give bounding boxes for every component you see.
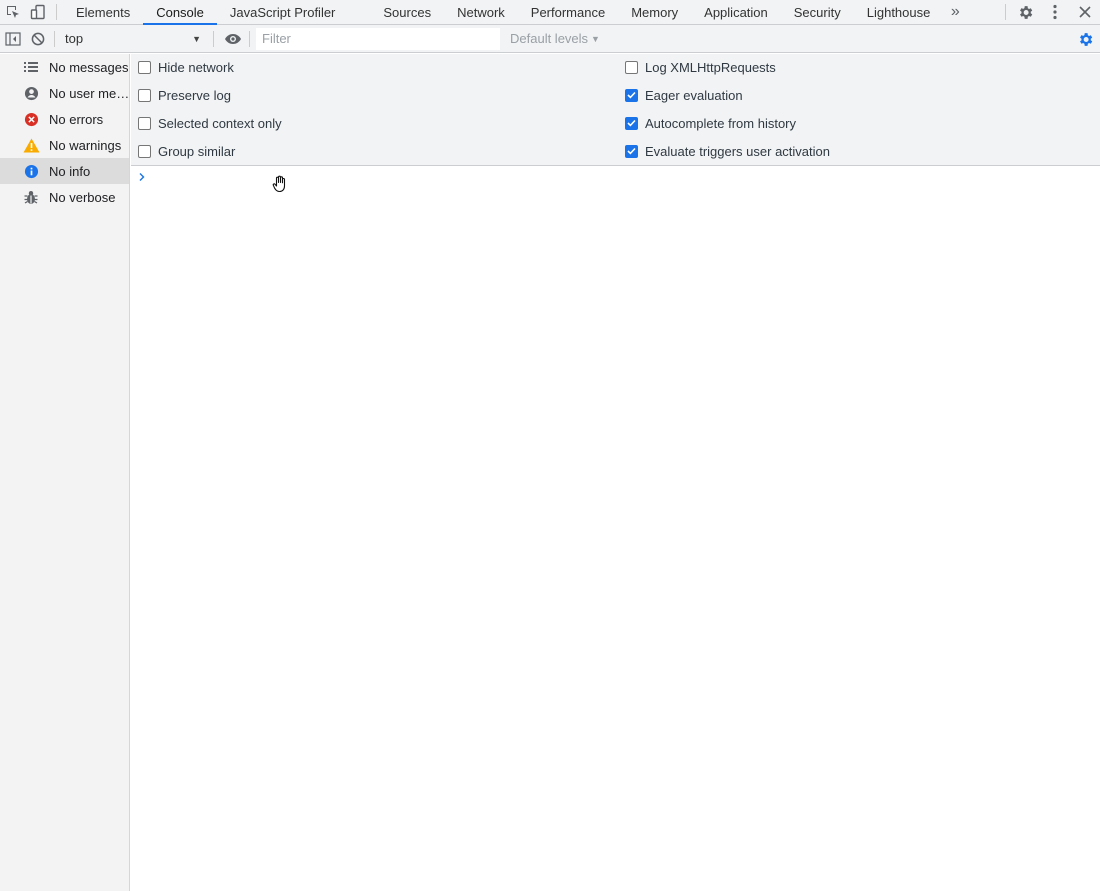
dropdown-arrow-icon: ▼ bbox=[591, 33, 600, 44]
sidebar-item-errors[interactable]: No errors bbox=[0, 106, 129, 132]
filter-input[interactable] bbox=[262, 31, 500, 46]
log-xmlhttprequests-checkbox[interactable] bbox=[625, 60, 638, 74]
console-toolbar: top ▼ Default levels ▼ bbox=[0, 25, 1100, 53]
error-icon bbox=[22, 110, 40, 128]
checkmark-icon bbox=[627, 147, 636, 155]
sidebar-item-messages[interactable]: No messages bbox=[0, 54, 129, 80]
tab-lighthouse[interactable]: Lighthouse bbox=[854, 0, 944, 24]
sidebar-item-user-messages[interactable]: No user me… bbox=[0, 80, 129, 106]
group-similar-option[interactable]: Group similar bbox=[138, 141, 235, 161]
option-label: Evaluate triggers user activation bbox=[645, 143, 830, 159]
tab-elements[interactable]: Elements bbox=[63, 0, 143, 24]
console-settings-pane: Hide network Preserve log Selected conte… bbox=[131, 54, 1100, 166]
inspect-element-icon[interactable] bbox=[0, 0, 25, 24]
context-selector-value: top bbox=[65, 31, 84, 46]
sidebar-item-label: No warnings bbox=[49, 137, 122, 153]
more-options-icon[interactable] bbox=[1040, 0, 1070, 24]
evaluate-triggers-user-activation-checkbox[interactable] bbox=[625, 144, 638, 158]
hide-network-checkbox[interactable] bbox=[138, 60, 151, 74]
selected-context-only-checkbox[interactable] bbox=[138, 116, 151, 130]
more-tabs-icon[interactable]: » bbox=[943, 0, 967, 24]
tab-application[interactable]: Application bbox=[691, 0, 781, 24]
option-label: Log XMLHttpRequests bbox=[645, 59, 776, 75]
evaluate-triggers-user-activation-option[interactable]: Evaluate triggers user activation bbox=[625, 141, 830, 161]
option-label: Preserve log bbox=[158, 87, 231, 103]
tab-security[interactable]: Security bbox=[781, 0, 854, 24]
hide-network-option[interactable]: Hide network bbox=[138, 57, 234, 77]
device-toolbar-icon[interactable] bbox=[25, 0, 50, 24]
sidebar-item-verbose[interactable]: No verbose bbox=[0, 184, 129, 210]
list-icon bbox=[22, 58, 40, 76]
sidebar-item-label: No user me… bbox=[49, 85, 129, 101]
checkmark-icon bbox=[627, 91, 636, 99]
tab-memory[interactable]: Memory bbox=[618, 0, 691, 24]
live-expression-eye-icon[interactable] bbox=[220, 27, 245, 51]
log-levels-label: Default levels bbox=[510, 31, 589, 46]
toolbar-divider bbox=[54, 30, 55, 47]
tab-sources[interactable]: Sources bbox=[370, 0, 444, 24]
dropdown-arrow-icon: ▼ bbox=[192, 33, 201, 44]
toolbar-divider bbox=[249, 30, 250, 47]
group-similar-checkbox[interactable] bbox=[138, 144, 151, 158]
tab-console[interactable]: Console bbox=[143, 0, 217, 25]
devtools-tabbar: Elements Console JavaScript Profiler Sou… bbox=[0, 0, 1100, 25]
log-xmlhttprequests-option[interactable]: Log XMLHttpRequests bbox=[625, 57, 776, 77]
tab-javascript-profiler[interactable]: JavaScript Profiler bbox=[217, 0, 370, 24]
settings-gear-icon[interactable] bbox=[1010, 0, 1040, 24]
console-sidebar: No messages No user me… No errors No war… bbox=[0, 54, 130, 891]
preserve-log-checkbox[interactable] bbox=[138, 88, 151, 102]
console-settings-gear-icon[interactable] bbox=[1074, 28, 1096, 50]
hand-cursor-icon bbox=[272, 175, 288, 196]
option-label: Hide network bbox=[158, 59, 234, 75]
tab-performance[interactable]: Performance bbox=[518, 0, 618, 24]
eager-evaluation-checkbox[interactable] bbox=[625, 88, 638, 102]
checkmark-icon bbox=[627, 119, 636, 127]
preserve-log-option[interactable]: Preserve log bbox=[138, 85, 231, 105]
filter-field bbox=[256, 27, 500, 50]
warning-icon bbox=[22, 136, 40, 154]
console-output-area[interactable] bbox=[131, 167, 1100, 891]
tabbar-actions bbox=[1005, 0, 1100, 24]
sidebar-item-label: No verbose bbox=[49, 189, 116, 205]
tabbar-divider bbox=[56, 4, 57, 20]
option-label: Eager evaluation bbox=[645, 87, 743, 103]
console-prompt-chevron-icon bbox=[138, 170, 146, 185]
option-label: Autocomplete from history bbox=[645, 115, 797, 131]
sidebar-item-warnings[interactable]: No warnings bbox=[0, 132, 129, 158]
autocomplete-from-history-checkbox[interactable] bbox=[625, 116, 638, 130]
user-icon bbox=[22, 84, 40, 102]
info-icon bbox=[22, 162, 40, 180]
option-label: Selected context only bbox=[158, 115, 282, 131]
option-label: Group similar bbox=[158, 143, 236, 159]
tab-network[interactable]: Network bbox=[444, 0, 518, 24]
autocomplete-from-history-option[interactable]: Autocomplete from history bbox=[625, 113, 796, 133]
close-icon[interactable] bbox=[1070, 0, 1100, 24]
eager-evaluation-option[interactable]: Eager evaluation bbox=[625, 85, 743, 105]
bug-icon bbox=[22, 188, 40, 206]
actions-divider bbox=[1005, 4, 1006, 20]
toolbar-divider bbox=[213, 30, 214, 47]
sidebar-item-label: No info bbox=[49, 163, 91, 179]
sidebar-item-info[interactable]: No info bbox=[0, 158, 129, 184]
log-levels-dropdown[interactable]: Default levels ▼ bbox=[510, 31, 600, 46]
clear-console-icon[interactable] bbox=[25, 27, 50, 51]
context-selector[interactable]: top ▼ bbox=[61, 29, 207, 49]
selected-context-only-option[interactable]: Selected context only bbox=[138, 113, 282, 133]
panel-tabs: Elements Console JavaScript Profiler Sou… bbox=[63, 0, 967, 25]
sidebar-item-label: No messages bbox=[49, 59, 129, 75]
sidebar-item-label: No errors bbox=[49, 111, 104, 127]
show-sidebar-icon[interactable] bbox=[0, 27, 25, 51]
